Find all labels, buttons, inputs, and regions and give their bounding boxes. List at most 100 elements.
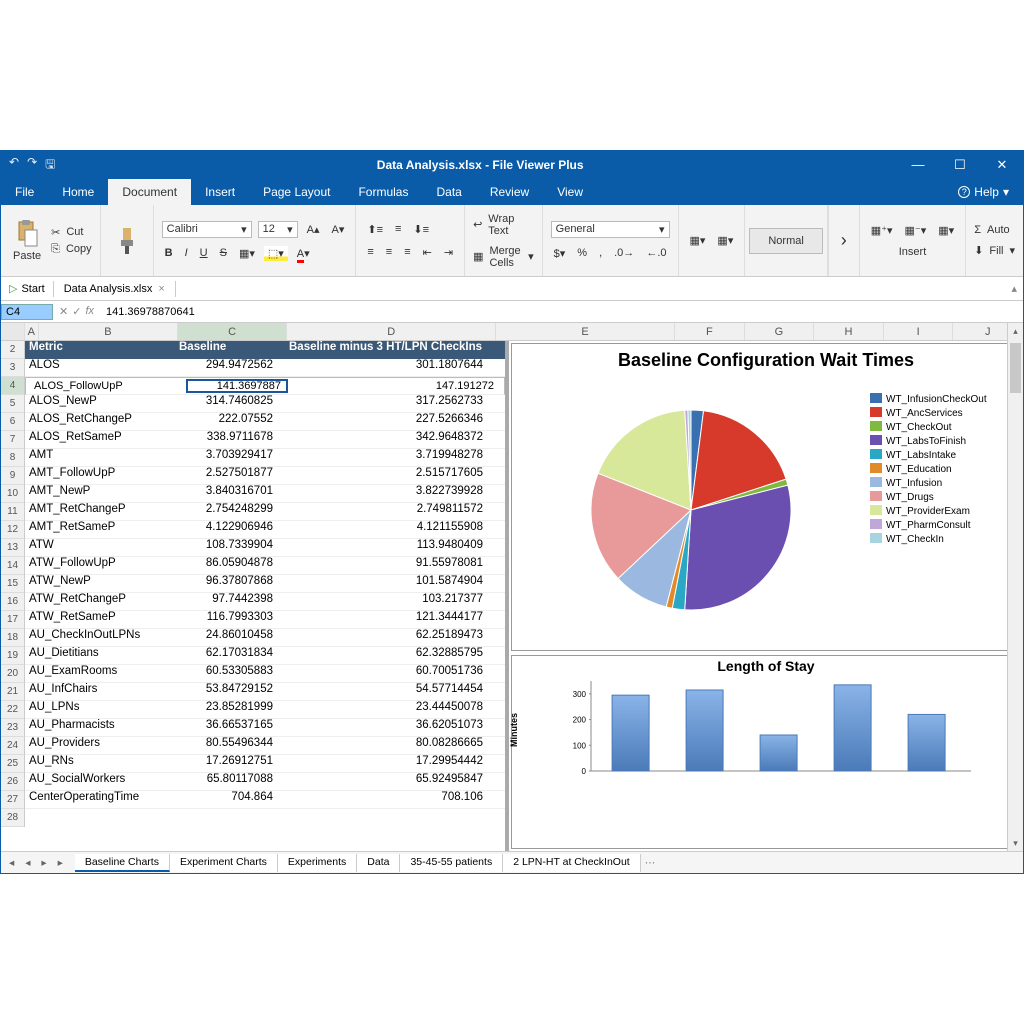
- tab-page-layout[interactable]: Page Layout: [249, 179, 344, 205]
- table-row[interactable]: AU_RNs17.2691275117.29954442: [25, 755, 505, 773]
- sheet-tab[interactable]: Data: [357, 854, 400, 872]
- scroll-thumb[interactable]: [1010, 343, 1021, 393]
- vertical-scrollbar[interactable]: ▴ ▾: [1007, 323, 1023, 851]
- table-row[interactable]: AU_Dietitians62.1703183462.32885795: [25, 647, 505, 665]
- font-size-select[interactable]: 12▾: [258, 221, 298, 238]
- align-top-button[interactable]: ⬆≡: [364, 222, 386, 237]
- align-middle-button[interactable]: ≡: [392, 222, 404, 236]
- italic-button[interactable]: I: [182, 246, 191, 260]
- help-menu[interactable]: ? Help ▾: [958, 185, 1023, 199]
- bar-chart[interactable]: Length of Stay Minutes 0100200300: [511, 655, 1021, 849]
- table-row[interactable]: ATW_RetChangeP97.7442398103.217377: [25, 593, 505, 611]
- sheet-tab[interactable]: Experiments: [278, 854, 357, 872]
- table-row[interactable]: AMT_FollowUpP2.5275018772.515717605: [25, 467, 505, 485]
- shrink-font-button[interactable]: A▾: [329, 222, 348, 237]
- underline-button[interactable]: U: [197, 246, 211, 260]
- fx-button[interactable]: fx: [85, 305, 94, 318]
- table-format-button[interactable]: ▦▾: [714, 233, 736, 248]
- tab-review[interactable]: Review: [476, 179, 543, 205]
- number-format-select[interactable]: General▾: [551, 221, 670, 238]
- tab-document[interactable]: Document: [108, 179, 191, 205]
- close-button[interactable]: ✕: [981, 157, 1023, 173]
- font-select[interactable]: Calibri▾: [162, 221, 252, 238]
- tab-file[interactable]: File: [1, 179, 48, 205]
- format-cells-button[interactable]: ▦▾: [935, 223, 957, 238]
- insert-cells-button[interactable]: ▦⁺▾: [868, 223, 896, 238]
- table-row[interactable]: AU_CheckInOutLPNs24.8601045862.25189473: [25, 629, 505, 647]
- sheet-tab[interactable]: Experiment Charts: [170, 854, 278, 872]
- sheet-tab[interactable]: 2 LPN-HT at CheckInOut: [503, 854, 641, 872]
- align-bottom-button[interactable]: ⬇≡: [410, 222, 432, 237]
- align-right-button[interactable]: ≡: [401, 245, 413, 259]
- style-scroll-right[interactable]: ›: [837, 230, 851, 251]
- collapse-ribbon-button[interactable]: ▴: [1011, 282, 1023, 295]
- table-row[interactable]: ALOS_FollowUpP141.3697887147.191272: [25, 377, 505, 395]
- currency-button[interactable]: $▾: [551, 246, 569, 261]
- dec-decimal-button[interactable]: ←.0: [643, 246, 669, 260]
- close-tab-icon[interactable]: ×: [158, 283, 164, 295]
- sheet-tab[interactable]: 35-45-55 patients: [400, 854, 503, 872]
- percent-button[interactable]: %: [574, 246, 590, 260]
- minimize-button[interactable]: ―: [897, 157, 939, 173]
- table-row[interactable]: AU_SocialWorkers65.8011708865.92495847: [25, 773, 505, 791]
- table-row[interactable]: CenterOperatingTime704.864708.106: [25, 791, 505, 809]
- inc-decimal-button[interactable]: .0→: [611, 246, 637, 260]
- redo-icon[interactable]: ↷: [27, 155, 37, 176]
- accept-formula-button[interactable]: ✓: [72, 305, 81, 318]
- table-row[interactable]: AMT3.7039294173.719948278: [25, 449, 505, 467]
- table-row[interactable]: AU_Pharmacists36.6653716536.62051073: [25, 719, 505, 737]
- font-color-button[interactable]: A▾: [294, 246, 313, 261]
- table-row[interactable]: ATW_NewP96.37807868101.5874904: [25, 575, 505, 593]
- cond-format-button[interactable]: ▦▾: [687, 233, 709, 248]
- tab-view[interactable]: View: [543, 179, 597, 205]
- format-painter-button[interactable]: [109, 225, 145, 257]
- spreadsheet-grid[interactable]: ABCDEFGHIJ 23456789101112131415161718192…: [1, 323, 1023, 851]
- maximize-button[interactable]: ☐: [939, 157, 981, 173]
- table-row[interactable]: ALOS294.9472562301.1807644: [25, 359, 505, 377]
- table-row[interactable]: AU_InfChairs53.8472915254.57714454: [25, 683, 505, 701]
- table-row[interactable]: ATW_FollowUpP86.0590487891.55978081: [25, 557, 505, 575]
- sheet-overflow[interactable]: ⋯: [645, 857, 656, 869]
- bold-button[interactable]: B: [162, 246, 176, 260]
- align-center-button[interactable]: ≡: [383, 245, 395, 259]
- indent-dec-button[interactable]: ⇤: [420, 245, 435, 260]
- tab-formulas[interactable]: Formulas: [344, 179, 422, 205]
- data-table[interactable]: MetricBaselineBaseline minus 3 HT/LPN Ch…: [25, 341, 505, 809]
- sheet-nav[interactable]: ◂ ◂ ▸ ▸: [1, 857, 75, 869]
- table-row[interactable]: ATW_RetSameP116.7993303121.3444177: [25, 611, 505, 629]
- table-row[interactable]: AU_LPNs23.8528199923.44450078: [25, 701, 505, 719]
- fill-button[interactable]: ⬇Fill▾: [974, 244, 1015, 257]
- table-row[interactable]: AMT_RetChangeP2.7542482992.749811572: [25, 503, 505, 521]
- autosum-button[interactable]: ΣAuto: [974, 224, 1015, 236]
- formula-input[interactable]: 141.36978870641: [100, 306, 1023, 318]
- sheet-tab[interactable]: Baseline Charts: [75, 854, 170, 872]
- table-row[interactable]: ALOS_RetSameP338.9711678342.9648372: [25, 431, 505, 449]
- pie-chart[interactable]: Baseline Configuration Wait Times WT_Inf…: [511, 343, 1021, 651]
- start-button[interactable]: ▷Start: [1, 282, 53, 295]
- scroll-up-icon[interactable]: ▴: [1008, 323, 1023, 339]
- table-row[interactable]: ATW108.7339904113.9480409: [25, 539, 505, 557]
- tab-home[interactable]: Home: [48, 179, 108, 205]
- scroll-down-icon[interactable]: ▾: [1008, 835, 1023, 851]
- merge-cells-button[interactable]: ▦Merge Cells▾: [473, 245, 534, 269]
- indent-inc-button[interactable]: ⇥: [441, 245, 456, 260]
- table-row[interactable]: AMT_RetSameP4.1229069464.121155908: [25, 521, 505, 539]
- cell-reference-box[interactable]: C4: [1, 304, 53, 320]
- cut-button[interactable]: ✂Cut: [51, 226, 92, 239]
- table-row[interactable]: AU_ExamRooms60.5330588360.70051736: [25, 665, 505, 683]
- strike-button[interactable]: S: [217, 246, 230, 260]
- undo-icon[interactable]: ↶: [9, 155, 19, 176]
- table-row[interactable]: ALOS_RetChangeP222.07552227.5266346: [25, 413, 505, 431]
- cancel-formula-button[interactable]: ✕: [59, 305, 68, 318]
- table-row[interactable]: AU_Providers80.5549634480.08286665: [25, 737, 505, 755]
- copy-button[interactable]: ⎘Copy: [51, 243, 92, 256]
- fill-color-button[interactable]: ⬚▾: [264, 246, 288, 261]
- column-headers[interactable]: ABCDEFGHIJ: [1, 323, 1023, 341]
- wrap-text-button[interactable]: ↩Wrap Text: [473, 213, 534, 237]
- align-left-button[interactable]: ≡: [364, 245, 376, 259]
- grow-font-button[interactable]: A▴: [304, 222, 323, 237]
- borders-button[interactable]: ▦▾: [236, 246, 258, 261]
- save-icon[interactable]: 🖫: [45, 155, 55, 176]
- paste-button[interactable]: Paste: [9, 218, 45, 264]
- tab-data[interactable]: Data: [422, 179, 475, 205]
